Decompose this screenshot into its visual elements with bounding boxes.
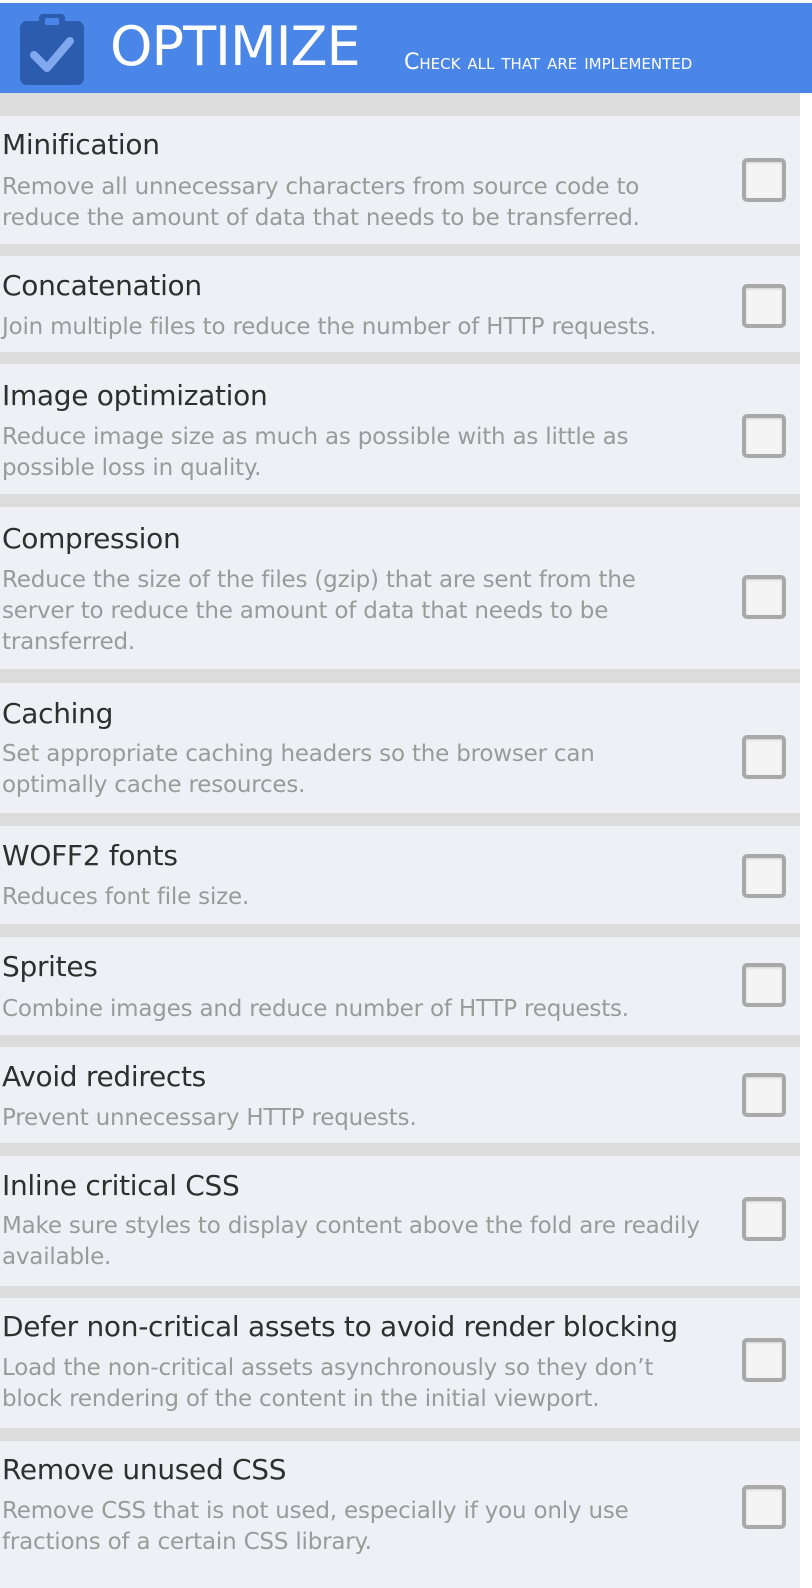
checkbox-concatenation[interactable]	[742, 284, 786, 328]
checkbox-minification[interactable]	[742, 158, 786, 202]
checkbox-avoid-redirects[interactable]	[742, 1073, 786, 1117]
item-title: Compression	[2, 522, 181, 555]
checklist-item-caching: Caching Set appropriate caching headers …	[0, 683, 800, 813]
item-description: Remove all unnecessary characters from s…	[2, 174, 640, 231]
item-title: WOFF2 fonts	[2, 839, 178, 872]
checklist-item-image-optimization: Image optimization Reduce image size as …	[0, 364, 800, 494]
item-description: Remove CSS that is not used, especially …	[2, 1498, 629, 1555]
item-description: Prevent unnecessary HTTP requests.	[2, 1105, 417, 1131]
item-title: Minification	[2, 128, 160, 161]
item-title: Concatenation	[2, 269, 202, 302]
item-title: Inline critical CSS	[2, 1169, 240, 1202]
item-description: Join multiple files to reduce the number…	[2, 314, 657, 340]
item-title: Avoid redirects	[2, 1060, 206, 1093]
item-description: Reduces font file size.	[2, 884, 250, 910]
checklist-item-minification: Minification Remove all unnecessary char…	[0, 116, 800, 244]
checkbox-compression[interactable]	[742, 575, 786, 619]
item-description: Reduce image size as much as possible wi…	[2, 424, 629, 481]
item-title: Defer non-critical assets to avoid rende…	[2, 1310, 678, 1343]
checkbox-sprites[interactable]	[742, 963, 786, 1007]
checkbox-image-optimization[interactable]	[742, 414, 786, 458]
checkbox-remove-unused-css[interactable]	[742, 1485, 786, 1529]
item-description: Load the non-critical assets asynchronou…	[2, 1355, 654, 1412]
item-title: Sprites	[2, 950, 98, 983]
checklist-item-sprites: Sprites Combine images and reduce number…	[0, 937, 800, 1035]
item-description: Set appropriate caching headers so the b…	[2, 741, 595, 798]
item-title: Image optimization	[2, 379, 268, 412]
item-description: Make sure styles to display content abov…	[2, 1213, 700, 1270]
item-title: Caching	[2, 697, 114, 730]
checkbox-inline-critical-css[interactable]	[742, 1197, 786, 1241]
checklist-item-compression: Compression Reduce the size of the files…	[0, 507, 800, 669]
checklist-item-defer-non-critical-assets: Defer non-critical assets to avoid rende…	[0, 1298, 800, 1428]
checklist-item-concatenation: Concatenation Join multiple files to red…	[0, 256, 800, 352]
checklist: Minification Remove all unnecessary char…	[0, 0, 800, 1588]
checklist-item-avoid-redirects: Avoid redirects Prevent unnecessary HTTP…	[0, 1047, 800, 1143]
item-title: Remove unused CSS	[2, 1453, 287, 1486]
item-description: Combine images and reduce number of HTTP…	[2, 996, 629, 1022]
page-edge	[800, 93, 812, 1588]
checkbox-defer-non-critical-assets[interactable]	[742, 1338, 786, 1382]
checklist-item-remove-unused-css: Remove unused CSS Remove CSS that is not…	[0, 1441, 800, 1588]
checklist-item-inline-critical-css: Inline critical CSS Make sure styles to …	[0, 1156, 800, 1286]
checkbox-woff2-fonts[interactable]	[742, 854, 786, 898]
checkbox-caching[interactable]	[742, 735, 786, 779]
checklist-item-woff2-fonts: WOFF2 fonts Reduces font file size.	[0, 826, 800, 924]
item-description: Reduce the size of the files (gzip) that…	[2, 567, 636, 655]
